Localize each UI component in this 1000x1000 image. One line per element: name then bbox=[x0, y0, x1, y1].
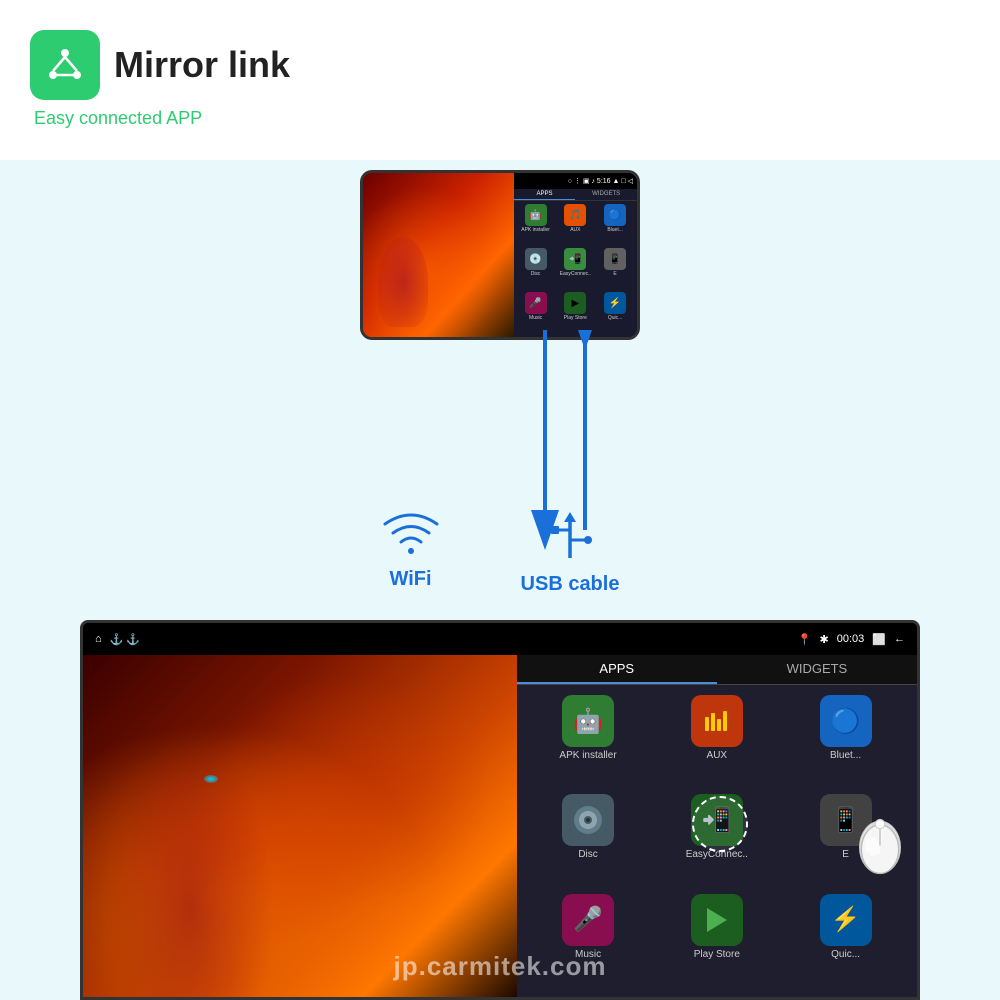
phone-aux-label: AUX bbox=[570, 227, 580, 233]
car-video-area bbox=[83, 655, 517, 997]
usb-label: USB cable bbox=[521, 573, 620, 596]
phone-apk-label: APK installer bbox=[521, 227, 550, 233]
car-unit: ⌂ ⚓ ⚓ 📍 ✱ 00:03 ⬜ ← A bbox=[80, 620, 920, 1000]
car-disc-icon bbox=[562, 794, 614, 846]
car-disc-label: Disc bbox=[578, 849, 597, 860]
phone-status-icons: ○ ⋮ ▣ ♪ bbox=[568, 177, 595, 185]
phone-screen: ○ ⋮ ▣ ♪ 5:16 ▲ □ ◁ APPS WIDGETS 🤖 APK in… bbox=[363, 173, 637, 337]
phone-tabs-bar: APPS WIDGETS bbox=[514, 189, 637, 201]
watermark: jp.carmitek.com bbox=[394, 951, 607, 982]
phone-apps-grid: 🤖 APK installer 🎵 AUX 🔵 Bluet... 💿 Disc bbox=[514, 201, 637, 337]
connection-arrows-svg bbox=[490, 330, 650, 550]
phone-quick-icon: ⚡ bbox=[604, 292, 626, 314]
phone-e-label: E bbox=[613, 271, 616, 277]
car-music-icon: 🎤 bbox=[562, 894, 614, 946]
car-quick-label: Quic... bbox=[831, 949, 860, 960]
wifi-icon bbox=[381, 510, 441, 560]
car-status-bar: ⌂ ⚓ ⚓ 📍 ✱ 00:03 ⬜ ← bbox=[83, 623, 917, 655]
car-app-playstore[interactable]: Play Store bbox=[655, 894, 778, 987]
phone-apk-icon: 🤖 bbox=[525, 204, 547, 226]
car-bluetooth-icon: ✱ bbox=[820, 633, 829, 646]
car-back-icon: ← bbox=[894, 633, 905, 645]
disc-icon-svg bbox=[572, 804, 604, 836]
phone-app-disc[interactable]: 💿 Disc bbox=[517, 248, 555, 290]
highlight-circle bbox=[692, 796, 748, 852]
car-time: 00:03 bbox=[837, 633, 865, 645]
mirror-link-icon-bg bbox=[30, 30, 100, 100]
phone-status-bar: ○ ⋮ ▣ ♪ 5:16 ▲ □ ◁ bbox=[514, 173, 637, 189]
car-app-quick[interactable]: ⚡ Quic... bbox=[784, 894, 907, 987]
car-quick-icon: ⚡ bbox=[820, 894, 872, 946]
car-usb-icons: ⚓ ⚓ bbox=[110, 633, 140, 646]
phone-app-easyconnect[interactable]: 📲 EasyConnec.. bbox=[556, 248, 594, 290]
car-tab-apps[interactable]: APPS bbox=[517, 655, 717, 684]
phone-app-apk[interactable]: 🤖 APK installer bbox=[517, 204, 555, 246]
car-content: APPS WIDGETS 🤖 APK installer bbox=[83, 655, 917, 997]
mirror-link-row: Mirror link bbox=[30, 30, 290, 100]
phone-figure-hint bbox=[378, 237, 428, 327]
phone-disc-label: Disc bbox=[531, 271, 541, 277]
car-app-aux[interactable]: AUX bbox=[655, 695, 778, 788]
phone-bluet-label: Bluet... bbox=[607, 227, 623, 233]
phone-app-e[interactable]: 📱 E bbox=[596, 248, 634, 290]
car-app-disc[interactable]: Disc bbox=[527, 794, 650, 887]
phone-app-playstore[interactable]: ▶ Play Store bbox=[556, 292, 594, 334]
phone-device: ○ ⋮ ▣ ♪ 5:16 ▲ □ ◁ APPS WIDGETS 🤖 APK in… bbox=[360, 170, 640, 340]
car-e-label: E bbox=[842, 849, 849, 860]
phone-e-icon: 📱 bbox=[604, 248, 626, 270]
car-playstore-label: Play Store bbox=[694, 949, 740, 960]
mirror-link-title: Mirror link bbox=[114, 44, 290, 86]
phone-tab-widgets[interactable]: WIDGETS bbox=[575, 189, 637, 200]
playstore-svg bbox=[702, 905, 732, 935]
phone-bluet-icon: 🔵 bbox=[604, 204, 626, 226]
phone-music-label: Music bbox=[529, 315, 542, 321]
phone-apps-area: ○ ⋮ ▣ ♪ 5:16 ▲ □ ◁ APPS WIDGETS 🤖 APK in… bbox=[514, 173, 637, 337]
car-app-apk[interactable]: 🤖 APK installer bbox=[527, 695, 650, 788]
phone-time: 5:16 bbox=[597, 178, 611, 185]
wifi-connection: WiFi bbox=[381, 510, 441, 591]
car-location-icon: 📍 bbox=[798, 633, 812, 646]
car-aux-label: AUX bbox=[707, 750, 728, 761]
phone-easyconnect-icon: 📲 bbox=[564, 248, 586, 270]
mirror-link-icon bbox=[43, 43, 87, 87]
phone-app-music[interactable]: 🎤 Music bbox=[517, 292, 555, 334]
car-apk-icon: 🤖 bbox=[562, 695, 614, 747]
aux-equalizer-icon bbox=[703, 707, 731, 735]
car-bluet-label: Bluet... bbox=[830, 750, 861, 761]
car-app-bluet[interactable]: 🔵 Bluet... bbox=[784, 695, 907, 788]
phone-app-aux[interactable]: 🎵 AUX bbox=[556, 204, 594, 246]
car-status-right: 📍 ✱ 00:03 ⬜ ← bbox=[798, 633, 905, 646]
phone-easyconnect-label: EasyConnec.. bbox=[560, 271, 591, 277]
car-status-left: ⌂ ⚓ ⚓ bbox=[95, 633, 140, 646]
easy-connected-label: Easy connected APP bbox=[34, 108, 290, 129]
phone-playstore-label: Play Store bbox=[564, 315, 587, 321]
phone-video-area bbox=[363, 173, 514, 337]
phone-aux-icon: 🎵 bbox=[564, 204, 586, 226]
car-aux-icon bbox=[691, 695, 743, 747]
car-tab-widgets[interactable]: WIDGETS bbox=[717, 655, 917, 684]
car-figure-dark bbox=[93, 706, 288, 997]
phone-app-bluet[interactable]: 🔵 Bluet... bbox=[596, 204, 634, 246]
phone-tab-apps[interactable]: APPS bbox=[514, 189, 576, 200]
phone-disc-icon: 💿 bbox=[525, 248, 547, 270]
car-bluet-icon: 🔵 bbox=[820, 695, 872, 747]
car-apk-label: APK installer bbox=[559, 750, 616, 761]
car-window-icon: ⬜ bbox=[872, 633, 886, 646]
wifi-label: WiFi bbox=[390, 568, 432, 591]
phone-quick-label: Quic... bbox=[608, 315, 622, 321]
car-home-icon: ⌂ bbox=[95, 633, 102, 645]
pointer-finger-icon bbox=[850, 810, 910, 880]
car-figure-eye bbox=[204, 775, 218, 783]
phone-status-right: ▲ □ ◁ bbox=[613, 177, 633, 185]
phone-playstore-icon: ▶ bbox=[564, 292, 586, 314]
header-section: Mirror link Easy connected APP bbox=[30, 30, 290, 129]
phone-music-icon: 🎤 bbox=[525, 292, 547, 314]
diagram-area: ○ ⋮ ▣ ♪ 5:16 ▲ □ ◁ APPS WIDGETS 🤖 APK in… bbox=[0, 160, 1000, 1000]
phone-app-quick[interactable]: ⚡ Quic... bbox=[596, 292, 634, 334]
car-tabs-bar: APPS WIDGETS bbox=[517, 655, 917, 685]
car-playstore-icon bbox=[691, 894, 743, 946]
